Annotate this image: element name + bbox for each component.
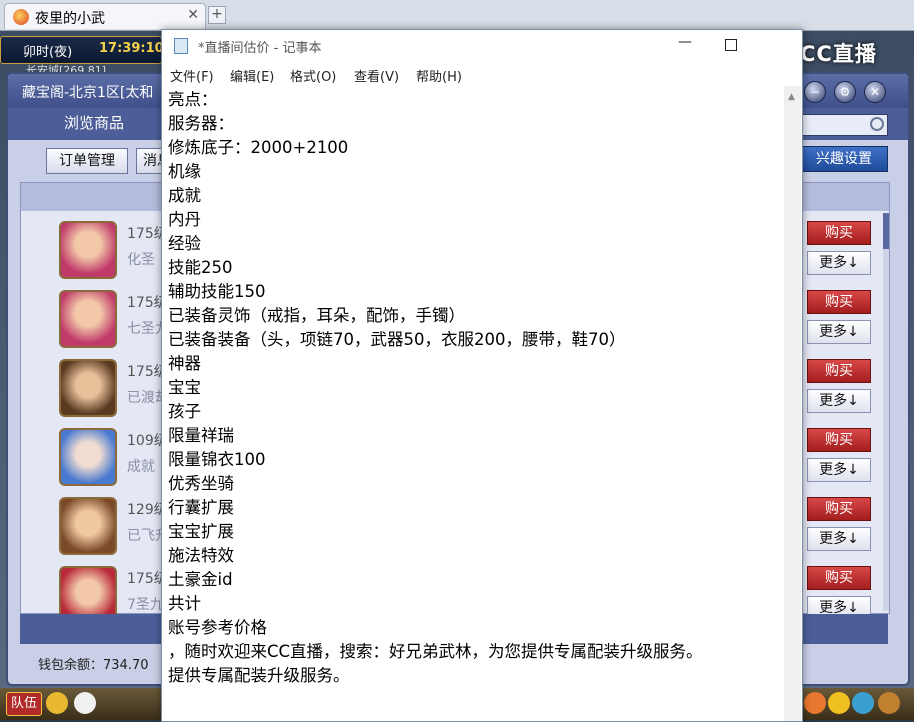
maximize-button[interactable]	[708, 34, 754, 56]
more-button[interactable]: 更多↓	[807, 320, 871, 344]
buy-button[interactable]: 购买	[807, 497, 871, 521]
item-desc: 成就	[127, 459, 155, 475]
item-desc: 7圣九	[127, 597, 164, 613]
buy-button[interactable]: 购买	[807, 566, 871, 590]
team-button[interactable]: 队伍	[6, 692, 42, 716]
globe-icon[interactable]	[852, 692, 874, 714]
more-button[interactable]: 更多↓	[807, 251, 871, 275]
new-tab-button[interactable]: +	[208, 6, 226, 24]
buy-button[interactable]: 购买	[807, 290, 871, 314]
scroll-thumb[interactable]	[883, 213, 889, 249]
smiley-icon[interactable]	[828, 692, 850, 714]
game-icon	[13, 9, 29, 25]
chat-bubble-icon[interactable]	[74, 692, 96, 714]
menu-help[interactable]: 帮助(H)	[416, 66, 462, 85]
menu-view[interactable]: 查看(V)	[354, 66, 399, 85]
buy-button[interactable]: 购买	[807, 359, 871, 383]
interest-settings-button[interactable]: 兴趣设置	[800, 146, 888, 172]
minimize-icon[interactable]: −	[804, 81, 826, 103]
notepad-menubar: 文件(F) 编辑(E) 格式(O) 查看(V) 帮助(H)	[162, 64, 802, 86]
more-button[interactable]: 更多↓	[807, 527, 871, 551]
game-clock: 17:39:10	[99, 41, 164, 56]
close-icon[interactable]: ✕	[864, 81, 886, 103]
order-management-button[interactable]: 订单管理	[46, 148, 128, 174]
item-desc: 化圣	[127, 252, 155, 268]
scroll-up-icon[interactable]: ▲	[788, 92, 795, 102]
time-period: 卯时(夜)	[23, 45, 73, 60]
menu-file[interactable]: 文件(F)	[170, 66, 214, 85]
avatar	[59, 221, 117, 279]
tab-title: 夜里的小武	[35, 11, 105, 27]
avatar	[59, 359, 117, 417]
search-icon[interactable]	[870, 117, 884, 131]
basketball-icon[interactable]	[804, 692, 826, 714]
browser-tab[interactable]: 夜里的小武 ✕	[4, 3, 206, 29]
notepad-scrollbar[interactable]: ▲	[784, 86, 801, 721]
avatar	[59, 428, 117, 486]
notepad-window: *直播间估价 - 记事本 — 文件(F) 编辑(E) 格式(O) 查看(V) 帮…	[161, 29, 803, 722]
minimize-button[interactable]: —	[662, 34, 708, 56]
notepad-icon	[174, 38, 188, 54]
shop-icon[interactable]	[878, 692, 900, 714]
menu-format[interactable]: 格式(O)	[290, 66, 336, 85]
tab-close-icon[interactable]: ✕	[187, 7, 199, 23]
logo-text: CC直播	[800, 42, 877, 66]
buy-button[interactable]: 购买	[807, 428, 871, 452]
wallet-balance: 钱包余额：734.70	[38, 658, 149, 673]
settings-icon[interactable]: ⚙	[834, 81, 856, 103]
more-button[interactable]: 更多↓	[807, 458, 871, 482]
browser-tab-bar: 夜里的小武 ✕ +	[0, 0, 914, 31]
list-scrollbar[interactable]	[883, 213, 889, 611]
more-button[interactable]: 更多↓	[807, 389, 871, 413]
time-display: 卯时(夜) 17:39:10	[0, 36, 164, 64]
menu-edit[interactable]: 编辑(E)	[230, 66, 274, 85]
microphone-icon[interactable]	[46, 692, 68, 714]
notepad-titlebar: *直播间估价 - 记事本 —	[162, 30, 802, 60]
avatar	[59, 290, 117, 348]
notepad-title: *直播间估价 - 记事本	[198, 41, 322, 56]
tab-browse-goods[interactable]: 浏览商品	[64, 112, 124, 133]
buy-button[interactable]: 购买	[807, 221, 871, 245]
maximize-icon	[725, 39, 737, 51]
shop-title: 藏宝阁-北京1区[太和	[22, 85, 154, 101]
avatar	[59, 497, 117, 555]
notepad-text-area[interactable]: 亮点： 服务器： 修炼底子：2000+2100 机缘 成就 内丹 经验 技能25…	[168, 88, 784, 721]
